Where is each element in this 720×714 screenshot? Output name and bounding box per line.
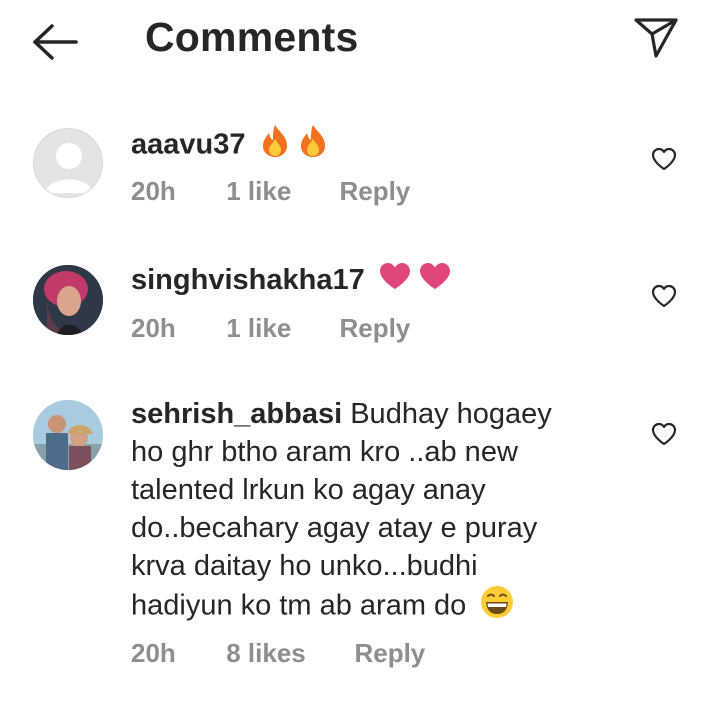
like-button[interactable] — [651, 422, 677, 446]
page-title: Comments — [145, 14, 359, 60]
like-button[interactable] — [651, 284, 677, 308]
comment-time: 20h — [131, 176, 176, 206]
avatar[interactable] — [33, 128, 103, 198]
paper-plane-icon — [634, 18, 678, 58]
like-button[interactable] — [651, 147, 677, 171]
default-avatar-icon — [45, 143, 93, 193]
arrow-left-icon — [33, 24, 78, 60]
profile-photo-icon — [33, 265, 103, 335]
comment-likes[interactable]: 1 like — [226, 313, 332, 344]
comment-meta: 20h 8 likes Reply — [131, 638, 425, 669]
share-button[interactable] — [632, 16, 680, 60]
heart-outline-icon — [651, 422, 677, 446]
comment-username[interactable]: singhvishakha17 — [131, 264, 365, 296]
comment-meta: 20h 1 like Reply — [131, 313, 410, 344]
comment-text: singhvishakha17 — [131, 261, 601, 300]
comment-meta: 20h 1 like Reply — [131, 176, 410, 207]
header-bar: Comments — [0, 0, 720, 86]
pink-heart-icon — [419, 262, 451, 300]
comment-item: sehrish_abbasi Budhay hogaey ho ghr btho… — [0, 395, 720, 685]
fire-icon — [260, 124, 290, 168]
comment-text: aaavu37 — [131, 124, 601, 168]
comment-likes[interactable]: 8 likes — [226, 638, 347, 669]
comment-username[interactable]: sehrish_abbasi — [131, 398, 342, 430]
comment-item: aaavu37 20h 1 like Reply — [0, 120, 720, 220]
pink-heart-icon — [379, 262, 411, 300]
grinning-face-icon — [480, 585, 514, 629]
comment-text: sehrish_abbasi Budhay hogaey ho ghr btho… — [131, 395, 581, 629]
avatar[interactable] — [33, 400, 103, 470]
comment-time: 20h — [131, 638, 176, 668]
back-button[interactable] — [30, 22, 80, 62]
comment-time: 20h — [131, 313, 176, 343]
fire-icon — [298, 124, 328, 168]
reply-button[interactable]: Reply — [339, 176, 410, 207]
avatar[interactable] — [33, 265, 103, 335]
comment-username[interactable]: aaavu37 — [131, 129, 246, 161]
comment-item: singhvishakha17 20h 1 like Reply — [0, 257, 720, 357]
profile-photo-icon — [33, 400, 103, 470]
reply-button[interactable]: Reply — [354, 638, 425, 669]
heart-outline-icon — [651, 147, 677, 171]
reply-button[interactable]: Reply — [339, 313, 410, 344]
heart-outline-icon — [651, 284, 677, 308]
comment-likes[interactable]: 1 like — [226, 176, 332, 207]
